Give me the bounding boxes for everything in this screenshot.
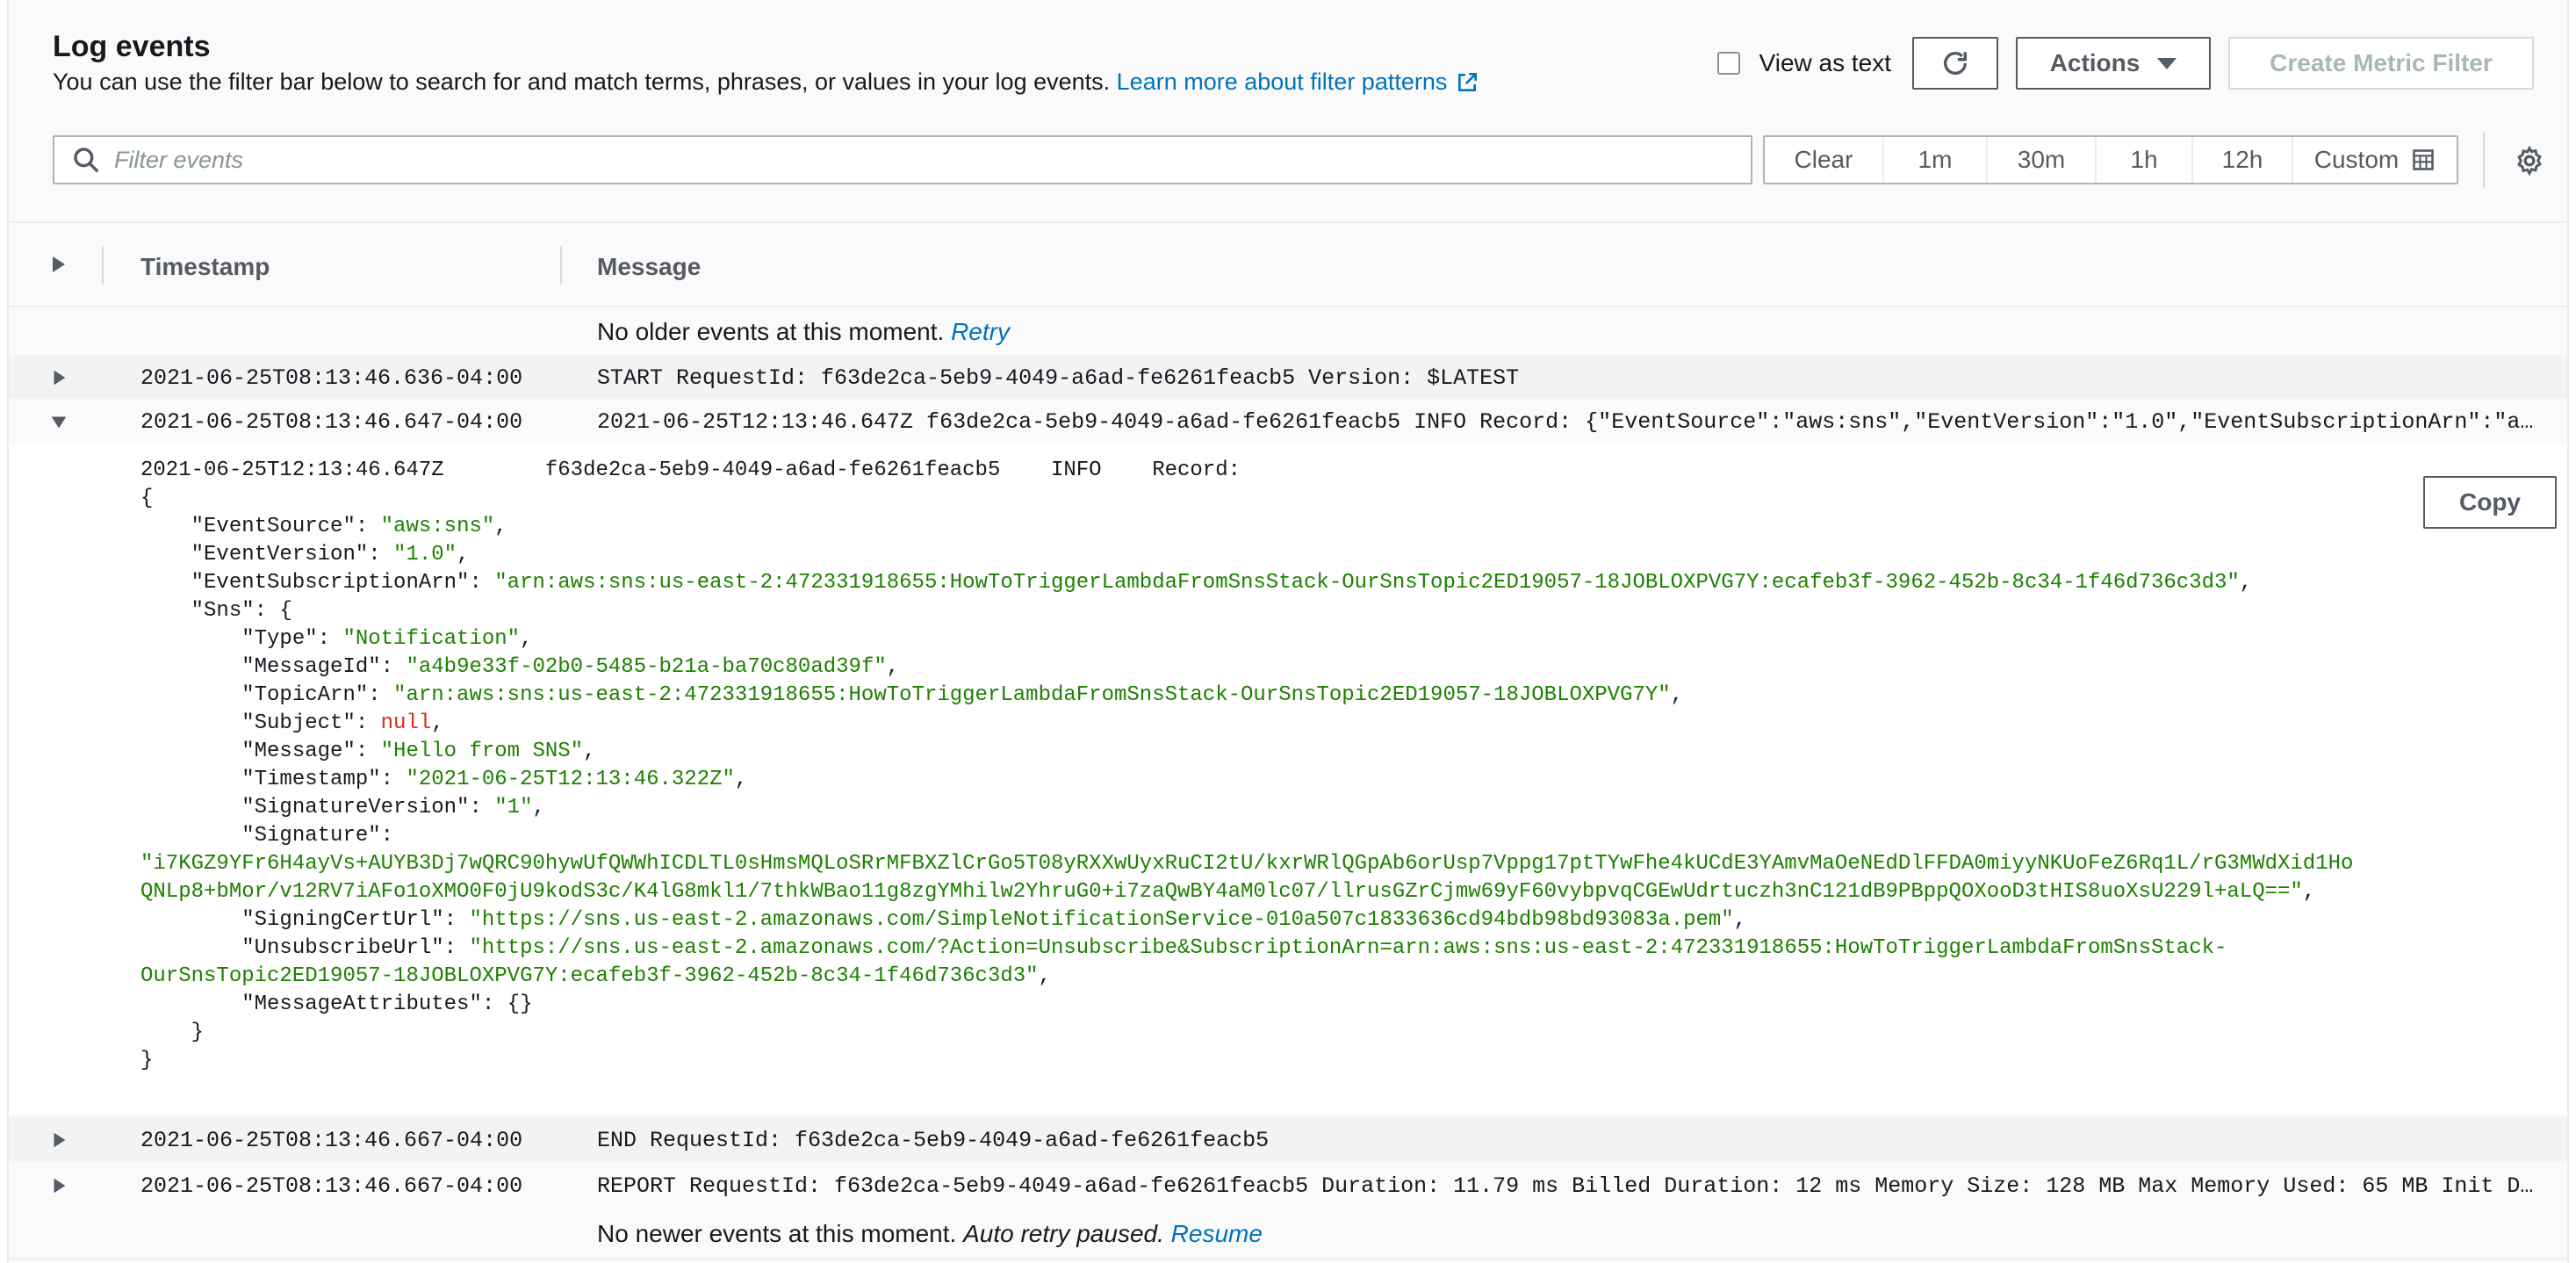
search-icon [74, 148, 99, 173]
gear-icon[interactable] [2514, 145, 2545, 177]
table-row[interactable]: 2021-06-25T08:13:46.667-04:00 END Reques… [9, 1117, 2567, 1161]
row-message: END RequestId: f63de2ca-5eb9-4049-a6ad-f… [597, 1128, 1270, 1153]
row-timestamp: 2021-06-25T08:13:46.667-04:00 [140, 1128, 523, 1153]
toolbar-divider [2483, 132, 2485, 188]
custom-range-label: Custom [2313, 146, 2400, 173]
actions-button[interactable]: Actions [2016, 37, 2211, 90]
view-as-text-label: View as text [1759, 49, 1891, 76]
filter-events-input[interactable] [114, 146, 1751, 174]
range-12h-button[interactable]: 12h [2191, 137, 2292, 183]
description-text: You can use the filter bar below to sear… [53, 69, 1111, 95]
view-as-text-checkbox[interactable] [1716, 52, 1740, 75]
older-events-notice: No older events at this moment. Retry [597, 318, 1010, 346]
time-range-selector: Clear 1m 30m 1h 12h Custom [1763, 135, 2458, 184]
column-header-timestamp[interactable]: Timestamp [140, 253, 270, 281]
row-message: 2021-06-25T12:13:46.647Z f63de2ca-5eb9-4… [597, 409, 2537, 435]
newer-events-notice: No newer events at this moment. Auto ret… [597, 1220, 1263, 1248]
create-metric-filter-button[interactable]: Create Metric Filter [2228, 37, 2534, 90]
copy-button[interactable]: Copy [2423, 476, 2557, 529]
refresh-icon [1943, 52, 1968, 75]
caret-right-icon[interactable] [49, 1129, 68, 1151]
filter-bar [53, 135, 1752, 184]
caret-right-icon[interactable] [49, 1175, 68, 1196]
row-timestamp: 2021-06-25T08:13:46.667-04:00 [140, 1173, 523, 1199]
calendar-icon [2413, 149, 2435, 170]
column-header-message[interactable]: Message [597, 253, 701, 281]
actions-label: Actions [2049, 49, 2141, 76]
external-link-icon [1458, 72, 1478, 91]
learn-more-label: Learn more about filter patterns [1116, 69, 1448, 95]
row-timestamp: 2021-06-25T08:13:46.636-04:00 [140, 365, 523, 391]
log-json-view: 2021-06-25T12:13:46.647Z f63de2ca-5eb9-4… [140, 458, 2354, 1072]
view-as-text-toggle[interactable]: View as text [1716, 49, 1891, 77]
page-title: Log events [53, 30, 211, 63]
range-1m-button[interactable]: 1m [1882, 137, 1986, 183]
column-divider [560, 246, 562, 285]
learn-more-link[interactable]: Learn more about filter patterns [1117, 69, 1479, 95]
refresh-button[interactable] [1912, 37, 1998, 90]
older-events-text: No older events at this moment. [597, 318, 945, 345]
row-message: START RequestId: f63de2ca-5eb9-4049-a6ad… [597, 365, 1520, 391]
row-message: REPORT RequestId: f63de2ca-5eb9-4049-a6a… [597, 1173, 2537, 1199]
caret-down-icon[interactable] [49, 411, 68, 432]
page-description: You can use the filter bar below to sear… [53, 69, 1479, 96]
header-actions: View as text Actions Create Metric Filte… [1716, 37, 2534, 90]
retry-link[interactable]: Retry [951, 318, 1010, 345]
table-row-expanded[interactable]: 2021-06-25T08:13:46.647-04:00 2021-06-25… [9, 399, 2567, 443]
caret-right-icon[interactable] [49, 367, 68, 388]
clear-button[interactable]: Clear [1765, 137, 1882, 183]
row-timestamp: 2021-06-25T08:13:46.647-04:00 [140, 409, 523, 435]
custom-range-button[interactable]: Custom [2292, 137, 2457, 183]
newer-events-text: No newer events at this moment. [597, 1220, 957, 1247]
table-bottom-border [9, 1258, 2567, 1259]
table-header: Timestamp Message [9, 221, 2567, 307]
caret-right-icon[interactable] [47, 253, 68, 276]
range-30m-button[interactable]: 30m [1986, 137, 2095, 183]
auto-retry-status: Auto retry paused. [963, 1220, 1164, 1247]
column-divider [102, 246, 104, 285]
caret-down-icon [2157, 57, 2177, 69]
table-row[interactable]: 2021-06-25T08:13:46.667-04:00 REPORT Req… [9, 1163, 2567, 1207]
table-row[interactable]: 2021-06-25T08:13:46.636-04:00 START Requ… [9, 355, 2567, 399]
resume-link[interactable]: Resume [1171, 1220, 1263, 1247]
expanded-log-detail: 2021-06-25T12:13:46.647Z f63de2ca-5eb9-4… [9, 443, 2567, 1114]
range-1h-button[interactable]: 1h [2095, 137, 2191, 183]
